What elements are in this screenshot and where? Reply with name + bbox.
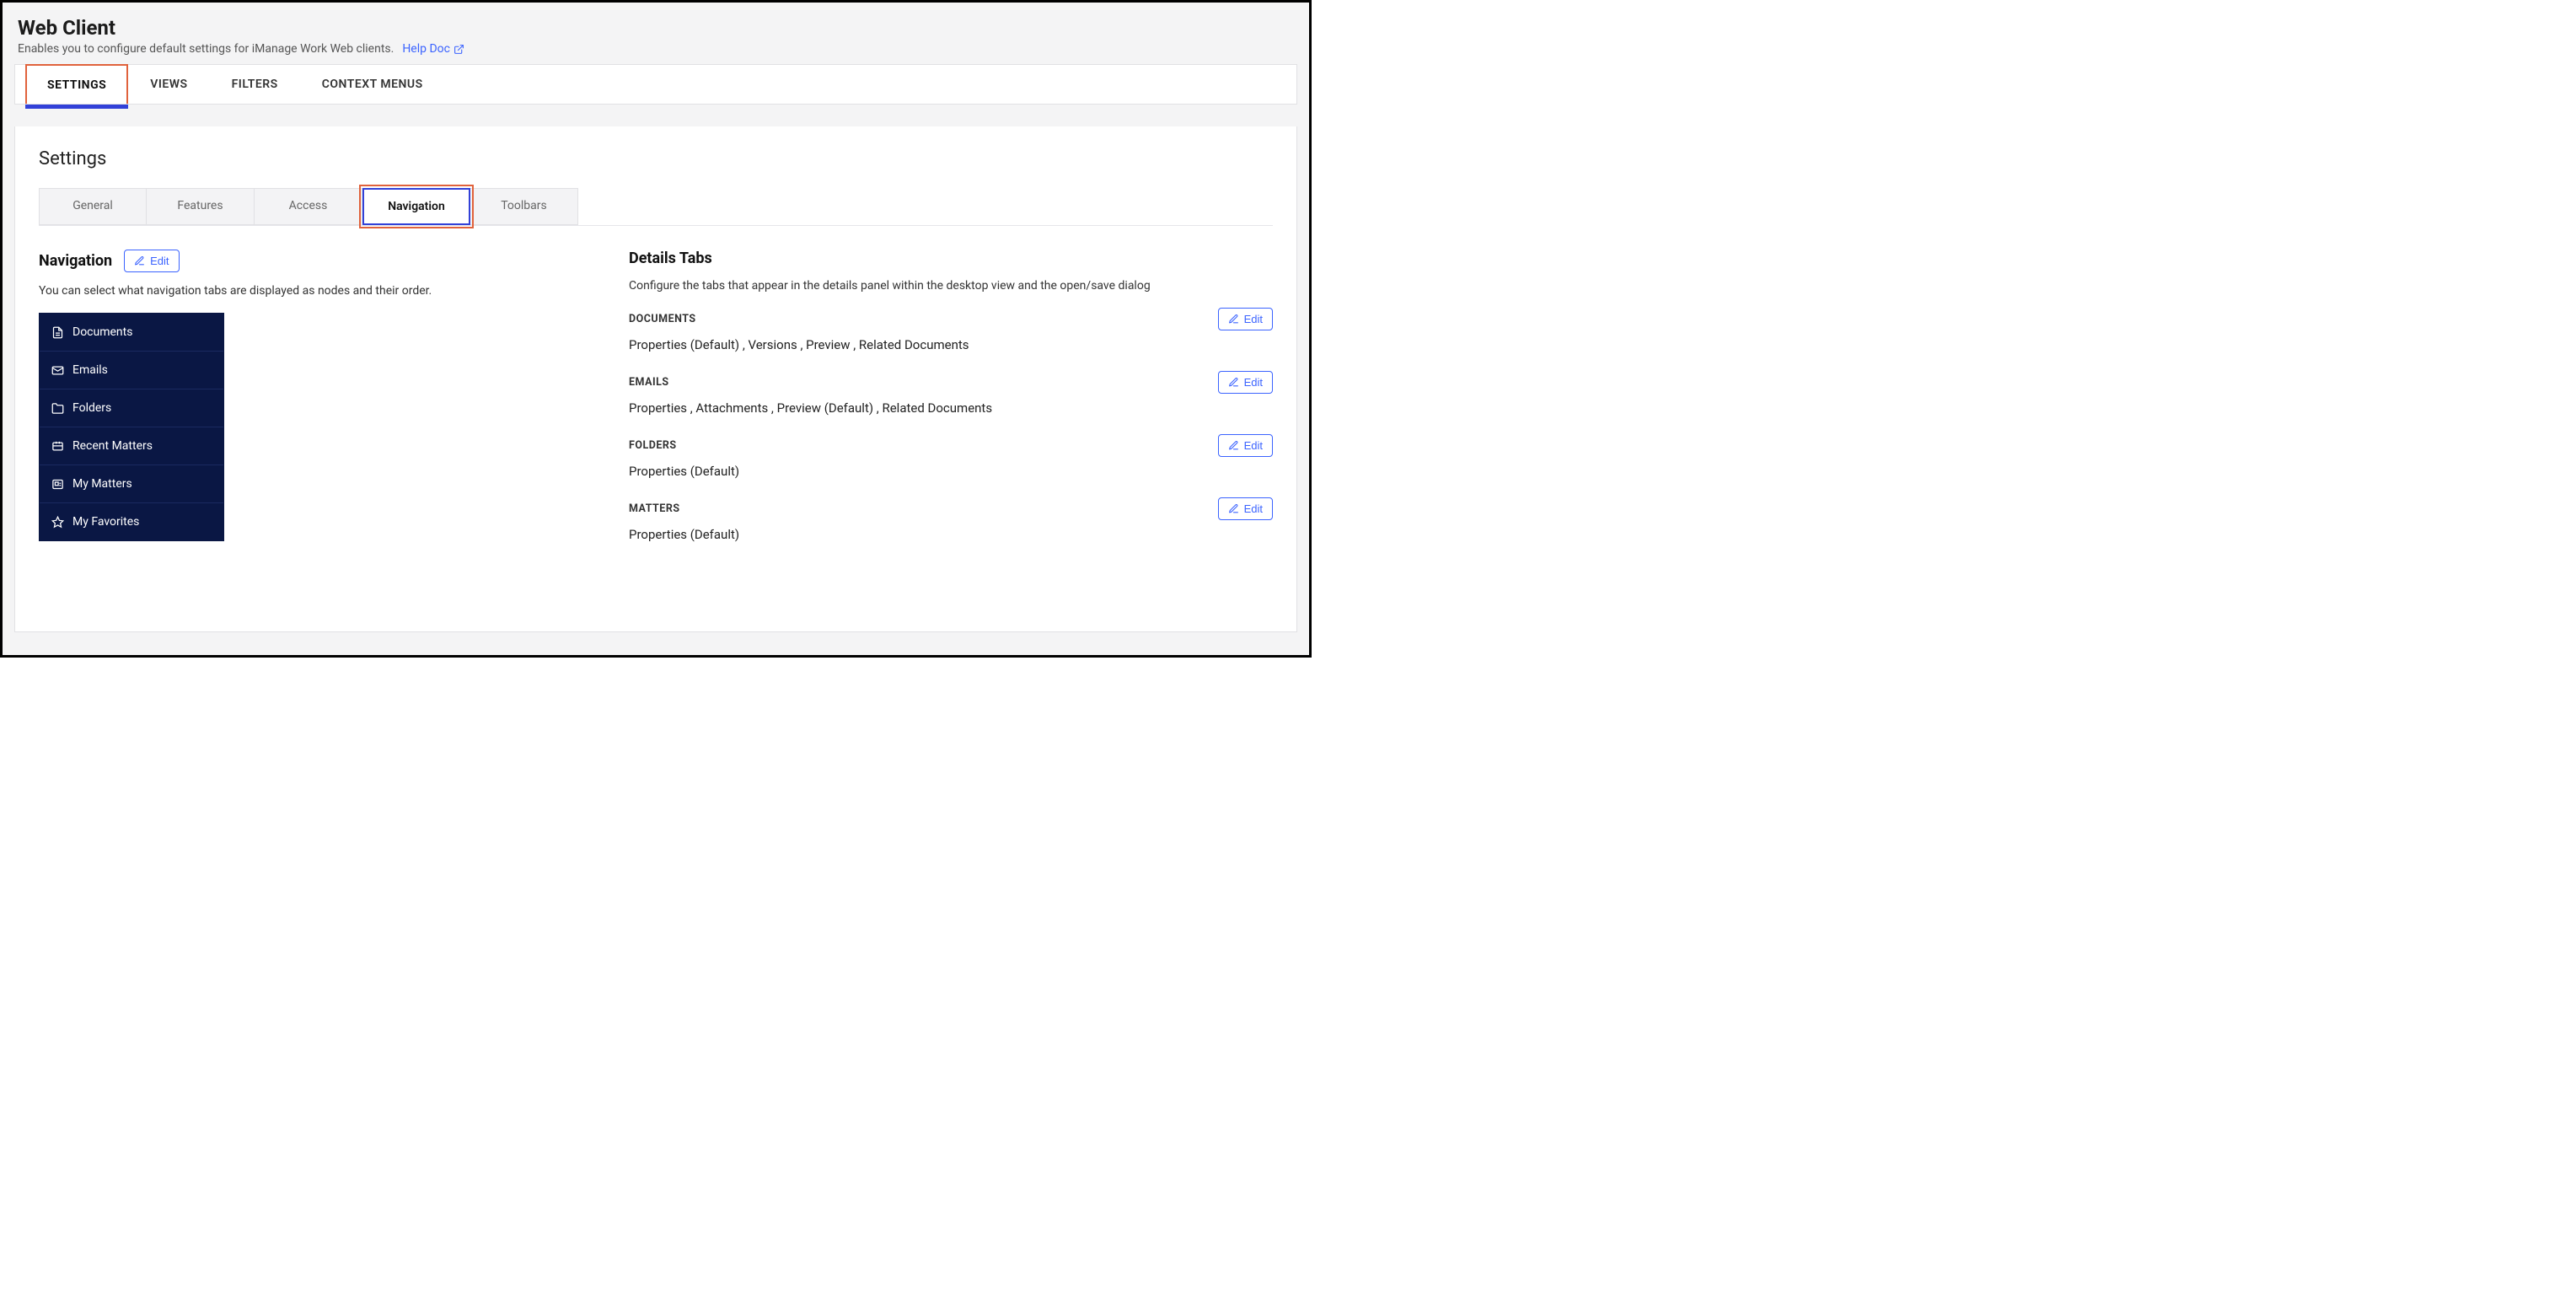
mail-icon: [51, 364, 64, 377]
pencil-icon: [1228, 440, 1239, 451]
detail-label-folders: FOLDERS: [629, 439, 677, 452]
detail-label-matters: MATTERS: [629, 502, 680, 515]
pencil-icon: [1228, 503, 1239, 514]
subtab-access[interactable]: Access: [255, 188, 362, 225]
recent-icon: [51, 440, 64, 453]
detail-content-emails: Properties , Attachments , Preview (Defa…: [629, 400, 1273, 416]
primary-tabs-container: SETTINGS VIEWS FILTERS CONTEXT MENUS: [14, 64, 1297, 105]
nav-item-label: My Favorites: [72, 515, 139, 529]
app-frame: Web Client Enables you to configure defa…: [0, 0, 1312, 658]
emails-edit-button[interactable]: Edit: [1218, 371, 1273, 394]
detail-head: EMAILS Edit: [629, 371, 1273, 394]
edit-label: Edit: [1244, 376, 1263, 389]
detail-label-documents: DOCUMENTS: [629, 313, 696, 325]
nav-item-label: My Matters: [72, 477, 132, 491]
edit-label: Edit: [1244, 313, 1263, 325]
detail-block-emails: EMAILS Edit Properties , Attachments , P…: [629, 371, 1273, 416]
detail-block-matters: MATTERS Edit Properties (Default): [629, 497, 1273, 542]
detail-content-folders: Properties (Default): [629, 464, 1273, 479]
star-icon: [51, 516, 64, 529]
page-subtitle: Enables you to configure default setting…: [18, 42, 394, 56]
nav-item-folders[interactable]: Folders: [40, 389, 223, 427]
navigation-column: Navigation Edit You can select what navi…: [39, 250, 578, 561]
documents-edit-button[interactable]: Edit: [1218, 308, 1273, 330]
detail-label-emails: EMAILS: [629, 376, 669, 389]
subtab-navigation[interactable]: Navigation: [362, 188, 470, 225]
details-tabs-title: Details Tabs: [629, 250, 1273, 267]
nav-item-label: Documents: [72, 325, 132, 339]
detail-content-matters: Properties (Default): [629, 527, 1273, 542]
nav-item-my-favorites[interactable]: My Favorites: [40, 503, 223, 540]
details-column: Details Tabs Configure the tabs that app…: [629, 250, 1273, 561]
detail-block-folders: FOLDERS Edit Properties (Default): [629, 434, 1273, 479]
subtab-toolbars[interactable]: Toolbars: [470, 188, 578, 225]
page-subtitle-row: Enables you to configure default setting…: [18, 40, 1294, 56]
details-instruction: Configure the tabs that appear in the de…: [629, 279, 1273, 293]
nav-item-label: Folders: [72, 401, 111, 415]
help-doc-label: Help Doc: [402, 42, 450, 56]
nav-item-documents[interactable]: Documents: [40, 314, 223, 352]
folder-icon: [51, 402, 64, 415]
help-doc-link[interactable]: Help Doc: [402, 42, 464, 56]
nav-item-label: Emails: [72, 363, 108, 377]
primary-tabs: SETTINGS VIEWS FILTERS CONTEXT MENUS: [15, 65, 1296, 104]
pencil-icon: [134, 255, 145, 266]
nav-item-label: Recent Matters: [72, 439, 153, 453]
detail-content-documents: Properties (Default) , Versions , Previe…: [629, 337, 1273, 352]
content-columns: Navigation Edit You can select what navi…: [39, 250, 1273, 561]
subtab-general[interactable]: General: [39, 188, 147, 225]
detail-block-documents: DOCUMENTS Edit Properties (Default) , Ve…: [629, 308, 1273, 352]
navigation-list: Documents Emails Folders Recent Matters: [39, 313, 224, 541]
external-link-icon: [453, 44, 464, 55]
nav-item-recent-matters[interactable]: Recent Matters: [40, 427, 223, 465]
navigation-title: Navigation: [39, 252, 112, 270]
pencil-icon: [1228, 377, 1239, 388]
settings-subtabs: General Features Access Navigation Toolb…: [39, 188, 1273, 226]
tab-context-menus[interactable]: CONTEXT MENUS: [300, 65, 445, 104]
my-matters-icon: [51, 478, 64, 491]
tab-views[interactable]: VIEWS: [128, 65, 209, 104]
panel-heading: Settings: [39, 148, 1273, 169]
page-title: Web Client: [18, 16, 1294, 40]
navigation-instruction: You can select what navigation tabs are …: [39, 284, 578, 298]
detail-head: MATTERS Edit: [629, 497, 1273, 520]
nav-item-emails[interactable]: Emails: [40, 352, 223, 389]
tab-settings[interactable]: SETTINGS: [25, 64, 128, 104]
settings-panel: Settings General Features Access Navigat…: [14, 126, 1297, 632]
tab-filters[interactable]: FILTERS: [210, 65, 300, 104]
detail-head: FOLDERS Edit: [629, 434, 1273, 457]
pencil-icon: [1228, 314, 1239, 325]
matters-edit-button[interactable]: Edit: [1218, 497, 1273, 520]
folders-edit-button[interactable]: Edit: [1218, 434, 1273, 457]
document-icon: [51, 326, 64, 339]
subtab-features[interactable]: Features: [147, 188, 255, 225]
edit-label: Edit: [1244, 502, 1263, 515]
nav-item-my-matters[interactable]: My Matters: [40, 465, 223, 503]
navigation-edit-label: Edit: [150, 255, 169, 267]
page-header: Web Client Enables you to configure defa…: [3, 3, 1309, 64]
edit-label: Edit: [1244, 439, 1263, 452]
navigation-section-header: Navigation Edit: [39, 250, 578, 272]
navigation-edit-button[interactable]: Edit: [124, 250, 179, 272]
detail-head: DOCUMENTS Edit: [629, 308, 1273, 330]
